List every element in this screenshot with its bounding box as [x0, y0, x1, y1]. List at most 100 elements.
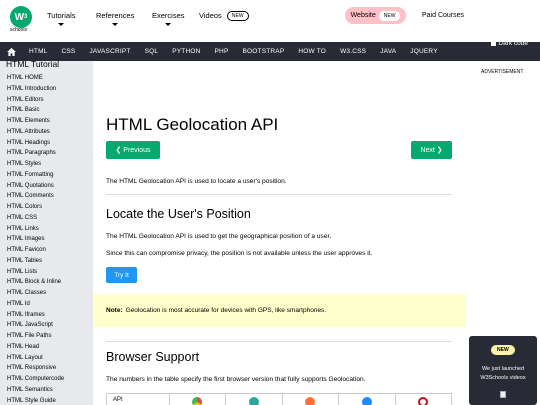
- section-title-browser-support: Browser Support: [106, 350, 200, 364]
- tutorials-menu[interactable]: Tutorials: [47, 11, 75, 26]
- note-text: Geolocation is most accurate for devices…: [125, 307, 327, 314]
- website-button[interactable]: Website NEW: [345, 7, 406, 24]
- nav-w3css[interactable]: W3.CSS: [333, 48, 373, 55]
- references-label: References: [96, 11, 135, 20]
- promo-line-1: We just launched: [481, 366, 525, 372]
- sidebar-item[interactable]: HTML Attributes: [7, 127, 64, 138]
- paid-courses-link[interactable]: Paid Courses: [422, 12, 464, 19]
- sidebar-item[interactable]: HTML File Paths: [7, 331, 64, 342]
- video-promo-card[interactable]: NEW We just launched W3Schools videos: [469, 336, 537, 405]
- logo-subtext: schools: [10, 27, 27, 33]
- table-header-api: API: [107, 394, 170, 405]
- broken-image-icon: [500, 391, 506, 398]
- note-box: Note: Geolocation is most accurate for d…: [93, 294, 465, 327]
- sidebar-item[interactable]: HTML Paragraphs: [7, 148, 64, 159]
- nav-javascript[interactable]: JAVASCRIPT: [82, 48, 137, 55]
- sidebar-item[interactable]: HTML HOME: [7, 73, 64, 84]
- sidebar-item[interactable]: HTML Images: [7, 234, 64, 245]
- logo-text: W: [14, 11, 25, 23]
- table-header-safari: [339, 394, 396, 405]
- edge-icon: [248, 397, 259, 405]
- top-bar: W3 schools Tutorials References Exercise…: [0, 0, 540, 41]
- sidebar-item[interactable]: HTML Comments: [7, 191, 64, 202]
- sidebar: HTML Tutorial HTML HOME HTML Introduction…: [0, 59, 93, 405]
- nav-java[interactable]: JAVA: [373, 48, 403, 55]
- sidebar-item[interactable]: HTML Editors: [7, 95, 64, 106]
- videos-link[interactable]: Videos NEW: [199, 11, 249, 22]
- sidebar-item[interactable]: HTML Iframes: [7, 310, 64, 321]
- w3schools-logo[interactable]: W3: [10, 6, 32, 28]
- sidebar-item[interactable]: HTML Favicon: [7, 245, 64, 256]
- checkbox-icon: [491, 41, 497, 46]
- sidebar-item[interactable]: HTML Headings: [7, 138, 64, 149]
- table-header-firefox: [283, 394, 339, 405]
- nav-php[interactable]: PHP: [208, 48, 236, 55]
- sidebar-item[interactable]: HTML Introduction: [7, 84, 64, 95]
- chrome-icon: [192, 397, 203, 405]
- sidebar-item[interactable]: HTML JavaScript: [7, 320, 64, 331]
- sidebar-item[interactable]: HTML Styles: [7, 159, 64, 170]
- section-text-1: The HTML Geolocation API is used to get …: [106, 233, 332, 240]
- sidebar-item[interactable]: HTML Layout: [7, 353, 64, 364]
- table-header-opera: [396, 394, 452, 405]
- nav-jquery[interactable]: JQUERY: [403, 48, 444, 55]
- dark-code-label: Dark code: [498, 40, 528, 47]
- intro-text: The HTML Geolocation API is used to loca…: [106, 178, 287, 185]
- nav-html[interactable]: HTML: [22, 48, 55, 55]
- opera-icon: [418, 397, 429, 405]
- nav-sql[interactable]: SQL: [138, 48, 166, 55]
- tutorials-label: Tutorials: [47, 11, 76, 20]
- safari-icon: [361, 397, 372, 405]
- sidebar-item[interactable]: HTML Block & Inline: [7, 277, 64, 288]
- divider: [106, 194, 452, 195]
- table-header-chrome: [170, 394, 226, 405]
- section-text-2: Since this can compromise privacy, the p…: [106, 250, 373, 257]
- sidebar-item[interactable]: HTML CSS: [7, 213, 64, 224]
- sidebar-item[interactable]: HTML Head: [7, 342, 64, 353]
- dark-code-toggle[interactable]: Dark code: [491, 40, 528, 47]
- exercises-menu[interactable]: Exercises: [152, 11, 185, 26]
- sidebar-item[interactable]: HTML Basic: [7, 105, 64, 116]
- note-label: Note:: [106, 307, 123, 314]
- chevron-down-icon: [58, 23, 65, 26]
- new-badge: NEW: [378, 10, 401, 21]
- sidebar-item[interactable]: HTML Id: [7, 299, 64, 310]
- promo-line-2: W3Schools videos: [480, 375, 526, 381]
- sidebar-item[interactable]: HTML Responsive: [7, 363, 64, 374]
- references-menu[interactable]: References: [96, 11, 134, 26]
- nav-css[interactable]: CSS: [55, 48, 83, 55]
- chevron-down-icon: [165, 23, 172, 26]
- sidebar-title: HTML Tutorial: [6, 59, 60, 69]
- videos-label: Videos: [199, 11, 222, 20]
- sidebar-item[interactable]: HTML Formatting: [7, 170, 64, 181]
- table-header-edge: [226, 394, 283, 405]
- chevron-down-icon: [112, 23, 119, 26]
- sidebar-item[interactable]: HTML Lists: [7, 267, 64, 278]
- section-title-locate: Locate the User's Position: [106, 207, 251, 221]
- sidebar-item[interactable]: HTML Colors: [7, 202, 64, 213]
- sidebar-item[interactable]: HTML Computercode: [7, 374, 64, 385]
- main-nav-bar: HTML CSS JAVASCRIPT SQL PYTHON PHP BOOTS…: [0, 42, 540, 61]
- divider: [106, 341, 452, 342]
- promo-new-badge: NEW: [491, 345, 515, 355]
- website-label: Website: [350, 12, 376, 19]
- nav-howto[interactable]: HOW TO: [291, 48, 333, 55]
- advertisement-label: ADVERTISEMENT: [481, 69, 524, 75]
- new-badge: NEW: [226, 11, 249, 22]
- sidebar-item[interactable]: HTML Links: [7, 224, 64, 235]
- sidebar-list: HTML HOME HTML Introduction HTML Editors HT…: [7, 73, 64, 405]
- sidebar-item[interactable]: HTML Classes: [7, 288, 64, 299]
- sidebar-item[interactable]: HTML Tables: [7, 256, 64, 267]
- previous-button[interactable]: ❮ Previous: [106, 141, 160, 159]
- browser-support-text: The numbers in the table specify the fir…: [106, 376, 366, 383]
- page-title: HTML Geolocation API: [106, 115, 279, 134]
- sidebar-item[interactable]: HTML Quotations: [7, 181, 64, 192]
- try-it-button[interactable]: Try It: [106, 267, 137, 283]
- sidebar-item[interactable]: HTML Style Guide: [7, 396, 64, 405]
- nav-python[interactable]: PYTHON: [165, 48, 207, 55]
- next-button[interactable]: Next ❯: [411, 141, 452, 159]
- firefox-icon: [305, 397, 316, 405]
- sidebar-item[interactable]: HTML Semantics: [7, 385, 64, 396]
- sidebar-item[interactable]: HTML Elements: [7, 116, 64, 127]
- nav-bootstrap[interactable]: BOOTSTRAP: [235, 48, 291, 55]
